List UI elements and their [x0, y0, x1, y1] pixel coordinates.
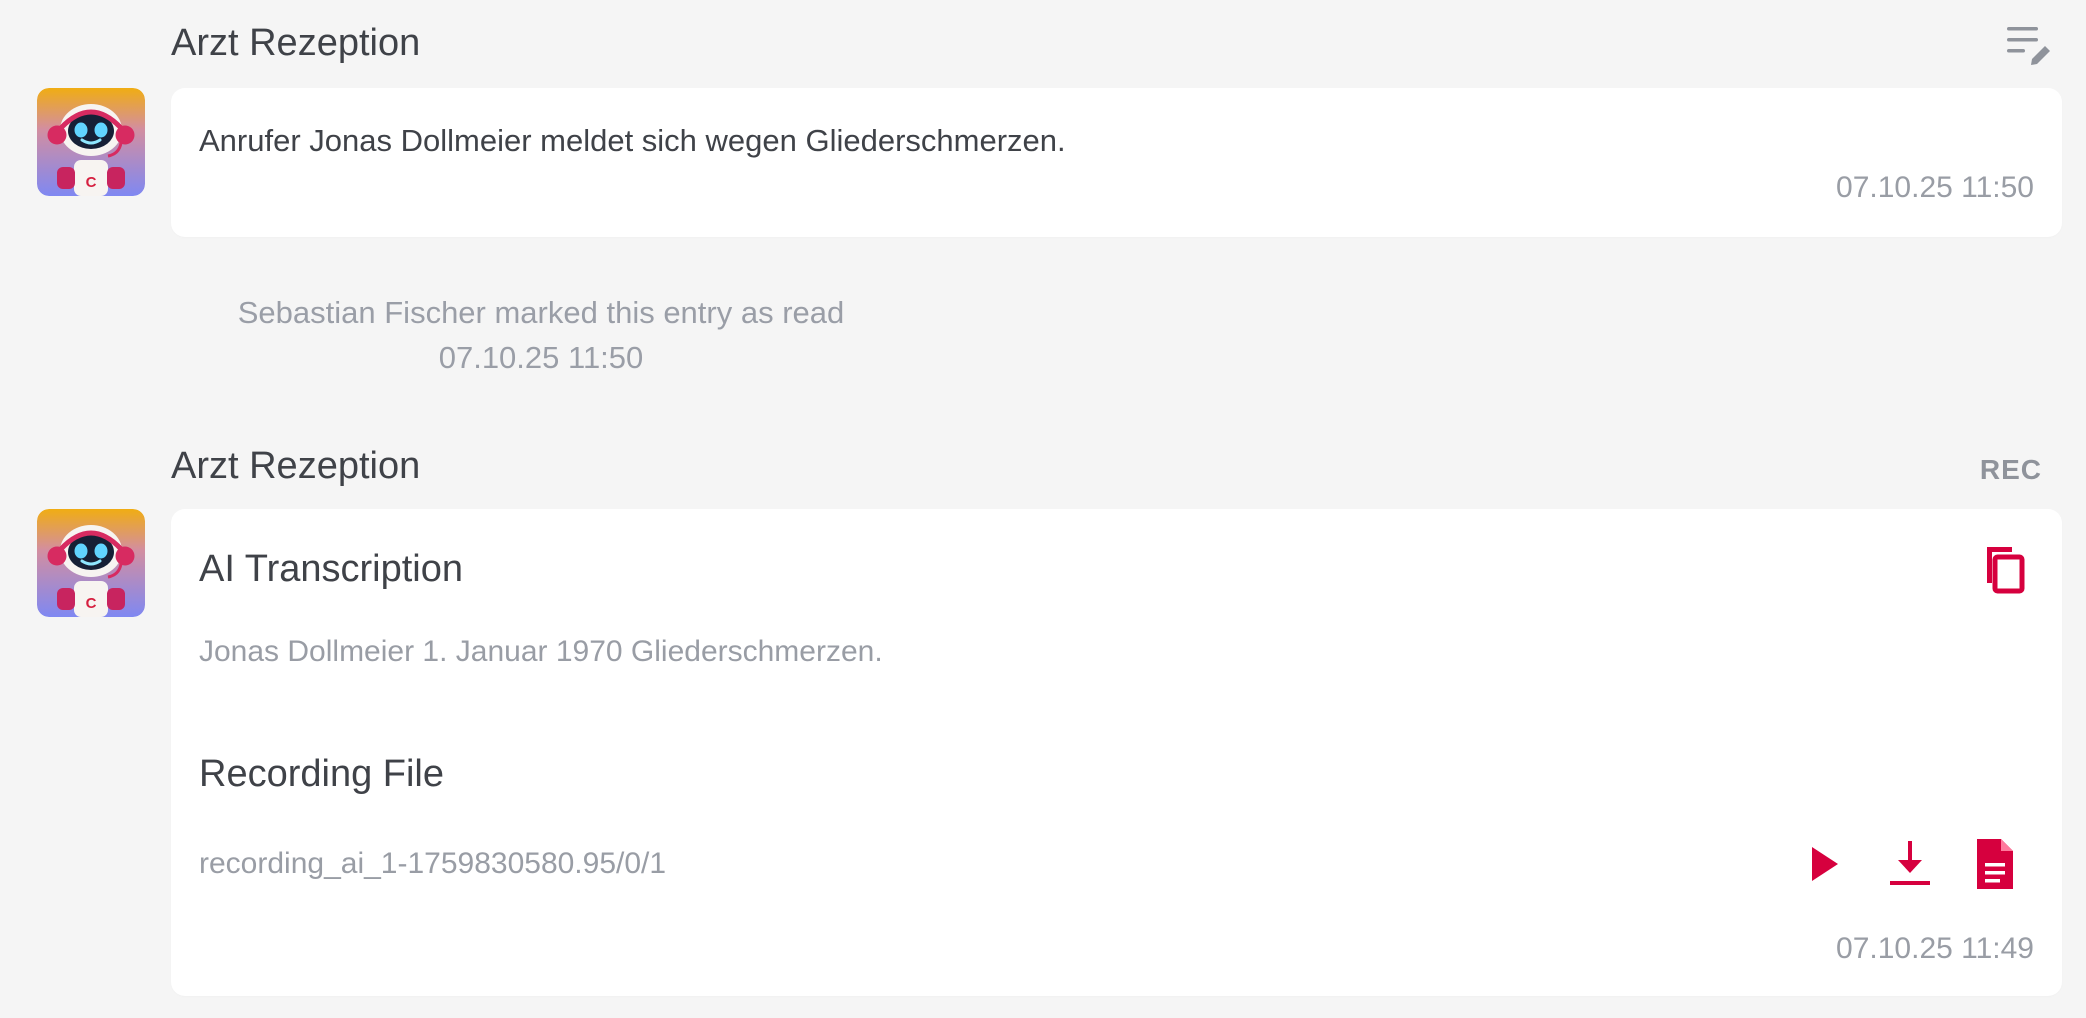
recording-filename: recording_ai_1-1759830580.95/0/1	[199, 847, 667, 880]
robot-avatar-icon: C	[37, 509, 145, 617]
message-card: Anrufer Jonas Dollmeier meldet sich wege…	[171, 88, 2062, 237]
svg-text:C: C	[86, 595, 97, 612]
document-icon[interactable]	[1967, 834, 2019, 894]
message-timestamp: 07.10.25 11:50	[1836, 171, 2034, 204]
sender-name: Arzt Rezeption	[171, 22, 421, 64]
robot-avatar-icon: C	[37, 88, 145, 196]
read-notice-text: Sebastian Fischer marked this entry as r…	[237, 295, 845, 330]
download-icon[interactable]	[1884, 834, 1936, 894]
transcription-title: AI Transcription	[199, 548, 463, 590]
message-text: Anrufer Jonas Dollmeier meldet sich wege…	[199, 123, 1066, 158]
copy-icon[interactable]	[1971, 539, 2033, 601]
transcription-text: Jonas Dollmeier 1. Januar 1970 Gliedersc…	[199, 635, 883, 668]
recording-title: Recording File	[199, 753, 444, 795]
edit-notes-icon[interactable]	[2000, 20, 2054, 68]
play-icon[interactable]	[1802, 839, 1846, 889]
read-notice: Sebastian Fischer marked this entry as r…	[0, 294, 2086, 376]
svg-text:C: C	[86, 174, 97, 191]
sender-name: Arzt Rezeption	[171, 445, 421, 487]
recording-timestamp: 07.10.25 11:49	[1836, 932, 2034, 965]
rec-badge: REC	[1979, 454, 2042, 485]
read-notice-timestamp: 07.10.25 11:50	[438, 340, 644, 376]
recording-card: AI Transcription Jonas Dollmeier 1. Janu…	[171, 509, 2062, 996]
